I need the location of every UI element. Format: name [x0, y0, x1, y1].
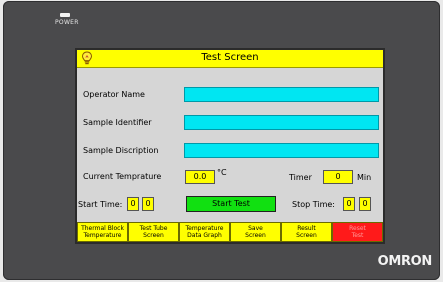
save-screen-button[interactable]: Save Screen	[230, 222, 281, 242]
sample-description-label: Sample Discription	[83, 146, 159, 155]
nav-label-line1: Thermal Block	[81, 225, 124, 232]
temperature-value: 0.0	[185, 170, 215, 184]
stop-time-label: Stop Time:	[292, 200, 336, 209]
stop-time-hour[interactable]: 0	[343, 197, 355, 211]
test-tube-screen-button[interactable]: Test Tube Screen	[128, 222, 179, 242]
title-bar: Test Screen	[77, 50, 383, 68]
stop-time-minute[interactable]: 0	[359, 197, 371, 211]
operator-name-input[interactable]	[184, 87, 379, 102]
nav-label-line2: Temperature	[83, 232, 122, 239]
nav-label-line1: Reset	[349, 225, 366, 232]
timer-value[interactable]: 0	[323, 170, 353, 184]
temperature-data-graph-button[interactable]: Temperature Data Graph	[179, 222, 230, 242]
nav-label-line1: Temperature	[185, 225, 224, 232]
temperature-unit: °C	[217, 168, 227, 177]
timer-unit: Min	[357, 173, 372, 182]
start-time-label: Start Time:	[78, 200, 123, 209]
nav-label-line1: Test Tube	[139, 225, 168, 232]
power-label: POWER	[55, 19, 79, 26]
start-time-hour[interactable]: 0	[127, 197, 139, 211]
nav-label-line2: Screen	[143, 232, 164, 239]
hmi-bezel: POWER OMRON Test Screen Operator Name Sa…	[3, 1, 440, 280]
timer-label: Timer	[289, 173, 312, 182]
power-led	[60, 13, 70, 17]
sample-description-input[interactable]	[184, 143, 379, 158]
hmi-screen: Test Screen Operator Name Sample Identif…	[75, 48, 385, 244]
nav-label-line1: Result	[297, 225, 316, 232]
operator-name-label: Operator Name	[83, 90, 145, 99]
nav-label-line1: Save	[248, 225, 263, 232]
result-screen-button[interactable]: Result Screen	[281, 222, 332, 242]
screen-title: Test Screen	[201, 52, 259, 63]
start-time-minute[interactable]: 0	[142, 197, 154, 211]
nav-label-line2: Screen	[245, 232, 266, 239]
nav-label-line2: Data Graph	[187, 232, 222, 239]
sample-identifier-input[interactable]	[184, 115, 379, 130]
sample-identifier-label: Sample Identifier	[83, 118, 152, 127]
start-test-button[interactable]: Start Test	[186, 196, 276, 212]
navigation-bar: Thermal Block Temperature Test Tube Scre…	[77, 222, 383, 242]
nav-label-line2: Test	[351, 232, 364, 239]
nav-label-line2: Screen	[296, 232, 317, 239]
brand-logo: OMRON	[377, 254, 433, 269]
current-temperature-label: Current Temprature	[83, 172, 162, 181]
thermal-block-temperature-button[interactable]: Thermal Block Temperature	[77, 222, 128, 242]
reset-test-button[interactable]: Reset Test	[332, 222, 383, 242]
